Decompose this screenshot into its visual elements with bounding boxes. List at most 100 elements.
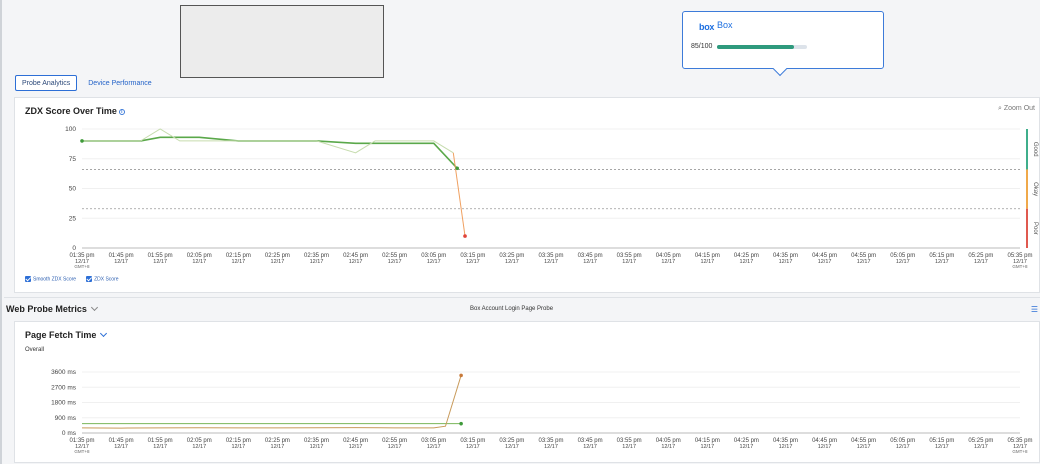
score-progress-bar (717, 45, 807, 49)
x-tick-date: 12/17 (231, 259, 245, 265)
x-tick-timezone: GMT+8 (74, 449, 90, 454)
x-tick-date: 12/17 (779, 444, 793, 450)
x-tick-date: 12/17 (466, 444, 480, 450)
data-point (80, 139, 84, 143)
data-point (463, 234, 467, 238)
zoom-icon: ⌕ (998, 105, 1002, 112)
tab-probe-analytics[interactable]: Probe Analytics (15, 75, 78, 91)
zdx-score-chart[interactable]: 025507510001:35 pm12/17GMT+801:45 pm12/1… (15, 114, 1040, 294)
x-tick-date: 12/17 (544, 444, 558, 450)
x-tick-date: 12/17 (310, 444, 324, 450)
embedded-widget-placeholder (180, 5, 384, 78)
x-tick-date: 12/17 (857, 444, 871, 450)
x-tick-date: 12/17 (818, 259, 832, 265)
x-tick-date: 12/17 (192, 259, 206, 265)
x-tick-date: 12/17 (974, 444, 988, 450)
series-line (82, 128, 454, 154)
tab-device-performance[interactable]: Device Performance (81, 75, 158, 91)
web-probe-metrics-bar: Web Probe Metrics Box Account Login Page… (4, 297, 1040, 321)
app-name: Box (717, 20, 733, 30)
x-tick-date: 12/17 (857, 259, 871, 265)
legend-label-smooth: Smooth ZDX Score (33, 276, 77, 283)
x-tick-date: 12/17 (622, 444, 636, 450)
x-tick-date: 12/17 (935, 444, 949, 450)
score-legend: Smooth ZDX Score ZDX Score (25, 276, 119, 282)
x-tick-date: 12/17 (271, 444, 285, 450)
score-band-label: Good (1032, 142, 1038, 157)
y-tick-label: 1800 ms (51, 400, 77, 407)
x-tick-date: 12/17 (700, 444, 714, 450)
legend-item-score[interactable]: ZDX Score (86, 276, 119, 283)
x-tick-date: 12/17 (974, 259, 988, 265)
y-tick-label: 2700 ms (51, 384, 77, 391)
zdx-score-panel: ZDX Score Over Time i ⌕ Zoom Out 0 25 50 75 1… (14, 97, 1040, 293)
data-point (459, 421, 463, 426)
series-line (452, 152, 466, 237)
x-tick-date: 12/17 (427, 259, 441, 265)
app-score-card[interactable]: box Box 85/100 (682, 11, 884, 69)
x-tick-date: 12/17 (427, 444, 441, 450)
y-tick-label: 900 ms (55, 415, 77, 422)
page-fetch-dropdown[interactable]: Page Fetch Time (25, 329, 108, 340)
x-tick-date: 12/17 (310, 259, 324, 265)
x-tick-timezone: GMT+8 (1012, 449, 1028, 454)
x-tick-date: 12/17 (349, 444, 363, 450)
series-line (81, 375, 462, 429)
y-tick-label: 75 (69, 156, 77, 163)
x-tick-date: 12/17 (544, 259, 558, 265)
score-band-label: Poor (1032, 222, 1038, 235)
chevron-down-icon (90, 303, 98, 312)
x-tick-date: 12/17 (896, 259, 910, 265)
web-probe-metrics-dropdown[interactable]: Web Probe Metrics (6, 303, 98, 314)
score-band-poor (1026, 208, 1028, 248)
legend-item-smooth[interactable]: Smooth ZDX Score (25, 276, 76, 282)
x-tick-date: 12/17 (114, 259, 128, 265)
y-tick-label: 50 (69, 186, 77, 193)
x-tick-date: 12/17 (192, 444, 206, 450)
checkbox-icon (25, 276, 31, 282)
x-tick-date: 12/17 (271, 259, 285, 265)
x-tick-date: 12/17 (583, 259, 597, 265)
probe-name: Box Account Login Page Probe (470, 306, 554, 312)
x-tick-date: 12/17 (740, 444, 754, 450)
x-tick-date: 12/17 (349, 259, 363, 265)
chevron-down-icon (100, 329, 108, 338)
page-fetch-title: Page Fetch Time (25, 330, 97, 340)
data-point (455, 166, 460, 171)
x-tick-date: 12/17 (153, 444, 167, 450)
x-tick-date: 12/17 (818, 444, 832, 450)
y-tick-label: 100 (65, 126, 76, 133)
box-logo-icon: box (699, 22, 715, 32)
score-band-okay (1026, 169, 1028, 209)
x-tick-timezone: GMT+8 (1012, 264, 1028, 269)
y-tick-label: 0 ms (62, 430, 77, 437)
series-line (82, 136, 458, 169)
page: box Box 85/100 Probe Analytics Device Pe… (0, 0, 1040, 464)
x-tick-date: 12/17 (700, 259, 714, 265)
x-tick-date: 12/17 (935, 259, 949, 265)
web-probe-metrics-title: Web Probe Metrics (6, 304, 87, 314)
x-tick-date: 12/17 (505, 259, 519, 265)
x-tick-date: 12/17 (779, 259, 793, 265)
page-fetch-panel: Page Fetch Time Overall 0 ms 900 ms 1800 m… (14, 321, 1040, 463)
y-tick-label: 3600 ms (51, 369, 77, 376)
y-tick-label: 0 (72, 245, 76, 252)
x-tick-date: 12/17 (466, 259, 480, 265)
zoom-out-button[interactable]: ⌕ Zoom Out (998, 105, 1035, 113)
y-tick-label: 25 (69, 215, 77, 222)
page-fetch-chart[interactable]: 0 ms900 ms1800 ms2700 ms3600 ms01:35 pm1… (15, 356, 1040, 464)
settings-sliders-icon[interactable]: ☰ (1031, 305, 1038, 314)
page-fetch-subtitle: Overall (25, 347, 45, 353)
x-tick-date: 12/17 (740, 259, 754, 265)
x-tick-date: 12/17 (661, 444, 675, 450)
x-tick-date: 12/17 (622, 259, 636, 265)
x-tick-date: 12/17 (153, 259, 167, 265)
legend-label-score: ZDX Score (94, 276, 119, 283)
x-tick-date: 12/17 (661, 259, 675, 265)
score-band-good (1026, 129, 1028, 170)
app-score-text: 85/100 (691, 43, 713, 50)
zoom-out-label: Zoom Out (1003, 105, 1035, 112)
x-tick-date: 12/17 (231, 444, 245, 450)
x-tick-date: 12/17 (583, 444, 597, 450)
analytics-tabs: Probe Analytics Device Performance (15, 75, 159, 91)
